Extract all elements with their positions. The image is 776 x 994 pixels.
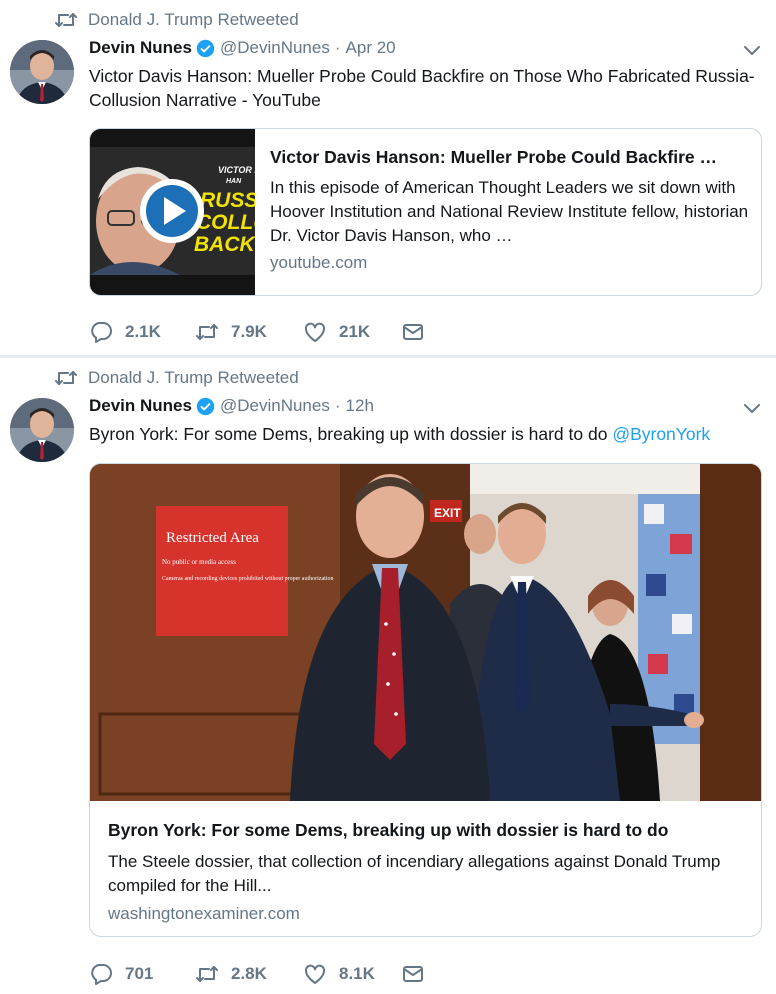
card-domain: washingtonexaminer.com (108, 904, 300, 923)
tweet-actions: 701 2.8K 8.1K (89, 960, 437, 988)
reply-count: 701 (125, 964, 154, 983)
card-thumbnail[interactable]: VICTOR D HAN RUSSIA COLLUSIO BACKFI (90, 129, 255, 295)
tweet-header: Devin Nunes @DevinNunes · Apr 20 (89, 37, 396, 59)
card-title: Victor Davis Hanson: Mueller Probe Could… (270, 147, 718, 167)
tweet-text: Victor Davis Hanson: Mueller Probe Could… (89, 66, 755, 110)
avatar[interactable] (10, 40, 74, 104)
thumb-text-3: RUSSIA (200, 189, 255, 212)
retweet-context: Donald J. Trump Retweeted (54, 368, 299, 388)
card-photo: EXIT Restricted Area No public or media … (90, 464, 761, 801)
reply-icon (91, 322, 112, 343)
mention-link[interactable]: @ByronYork (612, 424, 710, 444)
separator-dot: · (334, 396, 341, 415)
sign-title: Restricted Area (166, 530, 259, 546)
author-name[interactable]: Devin Nunes (89, 38, 192, 58)
separator-dot: · (334, 38, 341, 57)
caret-down-icon[interactable] (742, 44, 762, 58)
tweet-header: Devin Nunes @DevinNunes · 12h (89, 395, 374, 417)
tweet[interactable]: Donald J. Trump Retweeted Devin Nunes @D… (0, 0, 776, 356)
card-description: In this episode of American Thought Lead… (270, 178, 749, 245)
video-thumbnail-image: VICTOR D HAN RUSSIA COLLUSIO BACKFI (90, 129, 255, 295)
reply-icon (91, 964, 112, 985)
direct-message-button[interactable] (401, 963, 437, 985)
retweet-count: 2.8K (231, 964, 267, 983)
sign-line-2: Cameras and recording devices prohibited… (162, 576, 333, 582)
like-icon (304, 322, 326, 342)
retweet-icon (55, 371, 77, 385)
card-title: Byron York: For some Dems, breaking up w… (108, 820, 669, 840)
author-handle[interactable]: @DevinNunes (220, 396, 330, 416)
tweet-text: Byron York: For some Dems, breaking up w… (89, 422, 759, 446)
retweet-icon (55, 13, 77, 27)
retweet-context: Donald J. Trump Retweeted (54, 10, 299, 30)
sign-line-1: No public or media access (162, 558, 236, 566)
retweet-context-label: Donald J. Trump Retweeted (88, 368, 299, 387)
author-name[interactable]: Devin Nunes (89, 396, 192, 416)
retweet-count: 7.9K (231, 322, 267, 341)
retweet-icon (196, 966, 218, 982)
like-count: 8.1K (339, 964, 375, 983)
reply-button[interactable]: 701 (89, 963, 195, 985)
tweet-timestamp[interactable]: Apr 20 (346, 38, 396, 58)
play-icon[interactable] (140, 179, 204, 243)
tweet-timestamp[interactable]: 12h (346, 396, 374, 416)
retweet-icon (196, 324, 218, 340)
card-image[interactable]: EXIT Restricted Area No public or media … (90, 464, 761, 801)
verified-icon (196, 39, 215, 57)
card-domain: youtube.com (270, 253, 368, 272)
link-card[interactable]: VICTOR D HAN RUSSIA COLLUSIO BACKFI Vict… (89, 128, 762, 296)
thumb-text-5: BACKFI (194, 233, 255, 256)
avatar-image (10, 398, 74, 462)
dm-icon (403, 324, 423, 340)
exit-sign: EXIT (434, 506, 461, 520)
tweet-actions: 2.1K 7.9K 21K (89, 318, 437, 346)
retweet-context-label: Donald J. Trump Retweeted (88, 10, 299, 29)
avatar[interactable] (10, 398, 74, 462)
card-description: The Steele dossier, that collection of i… (108, 852, 721, 895)
thumb-text-2: HAN (226, 178, 242, 185)
link-card[interactable]: EXIT Restricted Area No public or media … (89, 463, 762, 937)
retweet-button[interactable]: 7.9K (195, 321, 303, 343)
author-handle[interactable]: @DevinNunes (220, 38, 330, 58)
caret-down-icon[interactable] (742, 402, 762, 416)
direct-message-button[interactable] (401, 321, 437, 343)
like-button[interactable]: 21K (303, 321, 401, 343)
tweet[interactable]: Donald J. Trump Retweeted Devin Nunes @D… (0, 358, 776, 994)
thumb-text-4: COLLUSIO (196, 211, 255, 234)
like-button[interactable]: 8.1K (303, 963, 401, 985)
like-count: 21K (339, 322, 371, 341)
dm-icon (403, 966, 423, 982)
reply-count: 2.1K (125, 322, 161, 341)
thumb-text-1: VICTOR D (218, 165, 255, 175)
verified-icon (196, 397, 215, 415)
reply-button[interactable]: 2.1K (89, 321, 195, 343)
like-icon (304, 964, 326, 984)
tweet-text-body: Byron York: For some Dems, breaking up w… (89, 424, 613, 444)
avatar-image (10, 40, 74, 104)
retweet-button[interactable]: 2.8K (195, 963, 303, 985)
